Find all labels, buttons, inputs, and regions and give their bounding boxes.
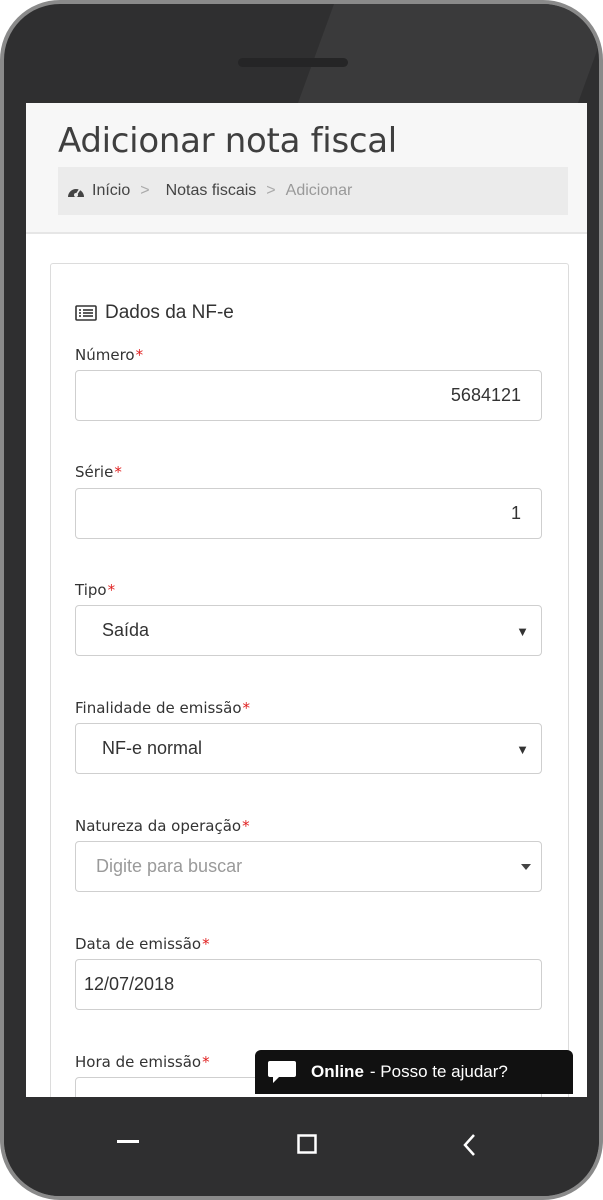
- breadcrumb-inicio[interactable]: Início: [92, 182, 130, 200]
- chat-bubble-icon: [267, 1059, 297, 1085]
- phone-frame: Adicionar nota fiscal Início > Notas fis…: [0, 0, 603, 1200]
- numero-value: 5684121: [450, 385, 521, 405]
- natureza-search-select[interactable]: Digite para buscar: [75, 841, 542, 892]
- serie-input[interactable]: 1: [75, 488, 542, 539]
- required-mark: *: [107, 581, 116, 599]
- required-mark: *: [114, 463, 122, 481]
- tipo-label-text: Tipo: [75, 581, 107, 599]
- tipo-label: Tipo*: [75, 581, 115, 599]
- serie-label-text: Série: [75, 463, 114, 481]
- numero-label: Número*: [75, 346, 143, 364]
- serie-label: Série*: [75, 463, 122, 481]
- required-mark: *: [135, 346, 144, 364]
- breadcrumb-notas-fiscais[interactable]: Notas fiscais: [166, 182, 257, 200]
- chat-message: - Posso te ajudar?: [369, 1062, 508, 1081]
- phone-speaker: [238, 58, 348, 67]
- data-value: 12/07/2018: [84, 974, 175, 994]
- page-title: Adicionar nota fiscal: [58, 121, 397, 161]
- chat-widget[interactable]: Online - Posso te ajudar?: [255, 1050, 573, 1094]
- required-mark: *: [202, 935, 210, 953]
- home-square-icon[interactable]: [297, 1134, 317, 1159]
- data-input[interactable]: 12/07/2018: [75, 959, 542, 1010]
- android-nav-bar: [4, 1097, 599, 1196]
- section-title-text: Dados da NF-e: [105, 302, 234, 323]
- caret-down-icon: [521, 864, 531, 870]
- hora-label-text: Hora de emissão: [75, 1053, 202, 1071]
- numero-input[interactable]: 5684121: [75, 370, 542, 421]
- finalidade-value: NF-e normal: [102, 738, 203, 758]
- caret-down-icon: ▼: [516, 624, 529, 639]
- breadcrumb-separator: >: [266, 182, 276, 199]
- screen: Adicionar nota fiscal Início > Notas fis…: [26, 103, 587, 1097]
- natureza-label-text: Natureza da operação: [75, 817, 242, 835]
- natureza-placeholder: Digite para buscar: [96, 856, 243, 876]
- tipo-value: Saída: [102, 620, 150, 640]
- menu-icon[interactable]: [117, 1131, 139, 1149]
- breadcrumb: Início > Notas fiscais > Adicionar: [58, 167, 568, 215]
- serie-value: 1: [510, 503, 521, 523]
- data-label-text: Data de emissão: [75, 935, 202, 953]
- page-header: Adicionar nota fiscal Início > Notas fis…: [26, 103, 587, 234]
- back-chevron-icon[interactable]: [462, 1133, 476, 1162]
- required-mark: *: [242, 817, 250, 835]
- chat-status: Online: [311, 1062, 364, 1081]
- phone-glare: [297, 4, 599, 104]
- data-label: Data de emissão*: [75, 935, 210, 953]
- required-mark: *: [242, 699, 251, 717]
- nfe-card: Dados da NF-e Número* 5684121 Série* 1 T…: [50, 263, 569, 1097]
- breadcrumb-adicionar: Adicionar: [285, 182, 353, 199]
- breadcrumb-separator: >: [140, 182, 150, 199]
- numero-label-text: Número: [75, 346, 135, 364]
- list-card-icon: [75, 305, 97, 321]
- caret-down-icon: ▼: [516, 742, 529, 757]
- tipo-select[interactable]: Saída ▼: [75, 605, 542, 656]
- required-mark: *: [202, 1053, 210, 1071]
- finalidade-label: Finalidade de emissão*: [75, 699, 250, 717]
- finalidade-select[interactable]: NF-e normal ▼: [75, 723, 542, 774]
- natureza-label: Natureza da operação*: [75, 817, 250, 835]
- hora-label: Hora de emissão*: [75, 1053, 210, 1071]
- finalidade-label-text: Finalidade de emissão: [75, 699, 242, 717]
- section-title: Dados da NF-e: [75, 302, 234, 324]
- dashboard-icon: [66, 183, 86, 199]
